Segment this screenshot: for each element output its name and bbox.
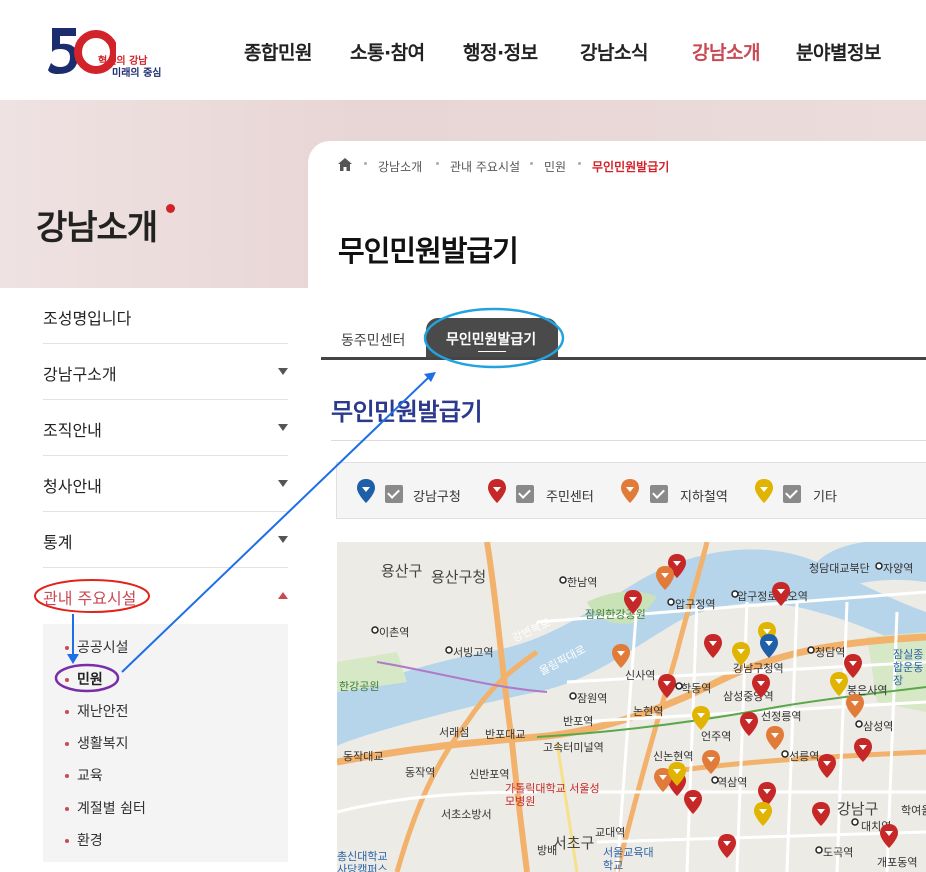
lnb-sub-list: 공공시설 민원 재난안전 생활복지 교육 계절별 쉼터 환경	[43, 624, 288, 862]
breadcrumb-item[interactable]: 관내 주요시설	[450, 158, 520, 175]
map-legend: 강남구청 주민센터 지하철역 기타	[336, 462, 926, 519]
gnb-participation[interactable]: 소통·참여	[350, 38, 425, 65]
lnb-label: 청사안내	[43, 477, 102, 496]
page-title: 무인민원발급기	[338, 234, 519, 268]
sub-item-label: 생활복지	[77, 736, 129, 752]
content-heading: 무인민원발급기	[331, 398, 483, 426]
sub-item-environment[interactable]: 환경	[65, 830, 103, 850]
sub-item-civil[interactable]: 민원	[65, 669, 103, 689]
chevron-up-icon	[278, 592, 288, 599]
breadcrumb-separator-icon	[436, 162, 439, 165]
gu-office-marker-icon	[357, 479, 375, 503]
lnb-item-greeting[interactable]: 조성명입니다	[43, 288, 288, 344]
legend-checkbox-subway[interactable]	[650, 485, 668, 503]
heading-divider	[331, 440, 926, 441]
chevron-down-icon	[278, 424, 288, 431]
other-marker-icon	[755, 479, 773, 503]
bullet-icon	[65, 646, 69, 650]
legend-label: 기타	[813, 490, 837, 505]
title-dot-icon	[166, 204, 175, 213]
breadcrumb-separator-icon	[578, 162, 581, 165]
gnb-news[interactable]: 강남소식	[580, 38, 648, 65]
map-markers	[371, 554, 898, 858]
tab-kiosk[interactable]: 무인민원발급기	[426, 318, 558, 358]
sub-item-label: 민원	[77, 672, 103, 688]
breadcrumb-separator-icon	[364, 162, 367, 165]
kiosk-map[interactable]: 용산구 용산구청 한남역 압구정역 압구정로데오역 청담역 강남구청역 학동역 …	[337, 542, 926, 872]
legend-checkbox-gu-office[interactable]	[385, 485, 403, 503]
bullet-icon	[65, 742, 69, 746]
chevron-down-icon	[278, 368, 288, 375]
breadcrumb-item[interactable]: 민원	[544, 158, 566, 175]
lnb-item-office[interactable]: 청사안내	[43, 456, 288, 512]
bullet-icon	[65, 678, 69, 682]
bullet-icon	[65, 839, 69, 843]
legend-checkbox-community-center[interactable]	[516, 485, 534, 503]
sub-item-label: 교육	[77, 768, 103, 784]
community-center-marker-icon	[488, 479, 506, 503]
lnb-label-active: 관내 주요시설	[43, 589, 137, 608]
bullet-icon	[65, 774, 69, 778]
lnb-label: 조직안내	[43, 421, 102, 440]
lnb-label: 조성명입니다	[43, 309, 132, 328]
gu-office-markers	[760, 634, 778, 658]
tab-kiosk-label: 무인민원발급기	[446, 332, 537, 348]
sub-item-label: 재난안전	[77, 704, 129, 720]
legend-label: 강남구청	[413, 490, 461, 505]
lnb-item-stats[interactable]: 통계	[43, 512, 288, 568]
lnb-item-org[interactable]: 조직안내	[43, 400, 288, 456]
breadcrumb-current: 무인민원발급기	[592, 160, 670, 174]
sub-item-label: 환경	[77, 833, 103, 849]
lnb-label: 강남구소개	[43, 365, 117, 384]
subway-marker-icon	[621, 479, 639, 503]
logo-line2: 미래의 중심	[112, 68, 162, 79]
breadcrumb-separator-icon	[530, 162, 533, 165]
sub-item-label: 계절별 쉼터	[77, 801, 146, 817]
section-title: 강남소개	[36, 208, 158, 248]
logo-50-icon	[48, 28, 118, 74]
gnb-about[interactable]: 강남소개	[692, 38, 760, 65]
chevron-down-icon	[278, 536, 288, 543]
tab-underline	[478, 351, 506, 352]
bullet-icon	[65, 807, 69, 811]
tab-divider	[321, 357, 926, 360]
bullet-icon	[65, 710, 69, 714]
legend-label: 지하철역	[680, 490, 728, 505]
gnb-admin[interactable]: 행정·정보	[463, 38, 538, 65]
lnb-label: 통계	[43, 533, 73, 552]
home-icon[interactable]	[338, 158, 352, 171]
tab-dong-center[interactable]: 동주민센터	[341, 330, 405, 350]
legend-label: 주민센터	[546, 490, 594, 505]
sub-item-shelter[interactable]: 계절별 쉼터	[65, 798, 146, 818]
lnb-item-facilities[interactable]: 관내 주요시설	[43, 568, 288, 624]
sub-item-label: 공공시설	[77, 640, 129, 656]
gnb-civil[interactable]: 종합민원	[244, 38, 312, 65]
chevron-down-icon	[278, 480, 288, 487]
gnb-topics[interactable]: 분야별정보	[796, 38, 881, 65]
site-logo[interactable]: 혁신의 강남 미래의 중심	[46, 22, 176, 79]
arrow-head-icon	[424, 372, 436, 382]
breadcrumb-item[interactable]: 강남소개	[378, 158, 422, 175]
sub-item-safety[interactable]: 재난안전	[65, 701, 129, 721]
sub-item-education[interactable]: 교육	[65, 765, 103, 785]
lnb-item-intro[interactable]: 강남구소개	[43, 344, 288, 400]
site-header: 혁신의 강남 미래의 중심 종합민원 소통·참여 행정·정보 강남소식 강남소개…	[0, 0, 926, 100]
sub-item-welfare[interactable]: 생활복지	[65, 733, 129, 753]
legend-checkbox-other[interactable]	[783, 485, 801, 503]
sub-item-public[interactable]: 공공시설	[65, 637, 129, 657]
